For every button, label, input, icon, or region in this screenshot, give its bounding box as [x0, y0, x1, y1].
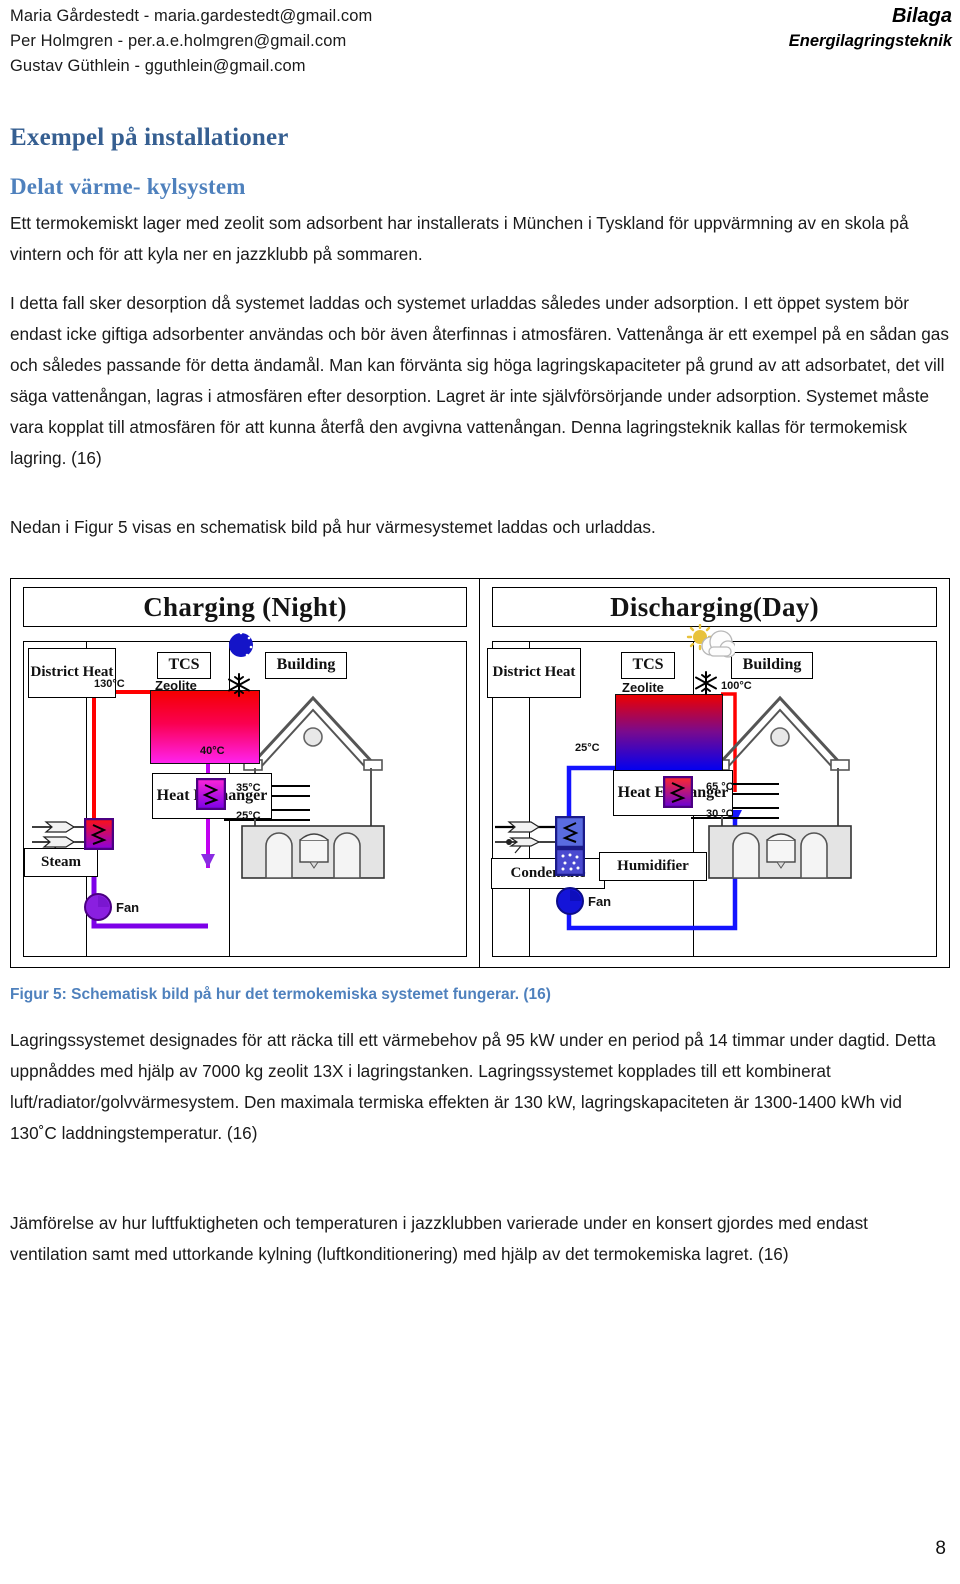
page-number: 8 [935, 1538, 946, 1559]
discharging-building-label: Building [731, 652, 813, 679]
charging-steam-label: Steam [24, 848, 98, 877]
discharging-fan-label: Fan [588, 894, 612, 909]
discharging-title: Discharging(Day) [492, 587, 937, 627]
charging-hx-left-icon [84, 818, 114, 850]
charging-fan-icon [84, 893, 112, 921]
discharging-humidifier-label: Humidifier [599, 852, 707, 881]
author-line-3: Gustav Güthlein - gguthlein@gmail.com [10, 57, 306, 75]
charging-temp-tank-out: 40°C [200, 745, 225, 757]
discharging-zeolite-label: Zeolite [622, 680, 664, 695]
section-heading: Exempel på installationer [10, 124, 289, 151]
discharging-fan-icon [556, 887, 584, 915]
discharging-zeolite-tank [615, 694, 723, 772]
snowflake-icon [228, 673, 250, 697]
charging-temp-supply: 35°C [236, 782, 261, 794]
condensate-valves-icon [495, 821, 555, 854]
paragraph-main: I detta fall sker desorption då systemet… [10, 293, 949, 468]
charging-temp-tank-in: 130°C [94, 678, 125, 690]
appendix-subtitle: Energilagringsteknik [788, 32, 952, 50]
discharging-diagram: District Heat Condensate TCS Zeolite 100… [487, 624, 937, 957]
document-page: Maria Gårdestedt - maria.gardestedt@gmai… [0, 0, 960, 1584]
moon-icon [227, 630, 253, 660]
discharging-hx-left-icon [555, 816, 585, 848]
charging-tcs-label: TCS [157, 652, 211, 679]
charging-district-heat-label: District Heat [28, 648, 116, 698]
author-list: Maria Gårdestedt - maria.gardestedt@gmai… [10, 4, 372, 79]
paragraph-after-figure-2: Jämförelse av hur luftfuktigheten och te… [10, 1213, 868, 1264]
charging-building-label: Building [265, 652, 347, 679]
discharging-district-heat-label: District Heat [487, 648, 581, 698]
charging-diagram: District Heat Steam TCS Zeolite 130°C 40… [23, 630, 467, 957]
charging-temp-return: 25°C [236, 810, 261, 822]
charging-title: Charging (Night) [23, 587, 467, 627]
charging-zeolite-label: Zeolite [155, 678, 197, 693]
author-line-2: Per Holmgren - per.a.e.holmgren@gmail.co… [10, 32, 347, 50]
discharging-temp-tank-out: 100°C [721, 680, 752, 692]
figure-5: Charging (Night) District Heat Steam TCS [10, 578, 950, 968]
appendix-title: Bilaga [891, 5, 952, 27]
discharging-condensate-label: Condensate [491, 858, 605, 889]
discharging-hx-right-icon [663, 776, 693, 808]
author-line-1: Maria Gårdestedt - maria.gardestedt@gmai… [10, 7, 373, 25]
sun-cloud-icon [686, 624, 735, 658]
humidifier-icon [555, 848, 585, 876]
page-header: Maria Gårdestedt - maria.gardestedt@gmai… [10, 4, 952, 79]
discharging-temp-tank-in: 25°C [575, 742, 600, 754]
header-right-block: Bilaga Energilagringsteknik [789, 4, 952, 54]
discharging-tcs-label: TCS [621, 652, 675, 679]
paragraph-intro: Ett termokemiskt lager med zeolit som ad… [10, 213, 909, 264]
charging-fan-label: Fan [116, 900, 140, 915]
discharging-panel: Discharging(Day) District Heat Condensat… [480, 579, 949, 967]
paragraph-after-figure-1: Lagringssystemet designades för att räck… [10, 1030, 936, 1143]
snowflake-icon-2 [695, 671, 717, 695]
discharging-temp-return: 30 °C [706, 808, 734, 820]
paragraph-figure-intro: Nedan i Figur 5 visas en schematisk bild… [10, 517, 656, 537]
charging-hx-right-icon [196, 778, 226, 810]
figure-caption: Figur 5: Schematisk bild på hur det term… [10, 986, 551, 1003]
discharging-temp-supply: 65 °C [706, 781, 734, 793]
subsection-heading: Delat värme- kylsystem [10, 174, 246, 199]
charging-panel: Charging (Night) District Heat Steam TCS [11, 579, 480, 967]
